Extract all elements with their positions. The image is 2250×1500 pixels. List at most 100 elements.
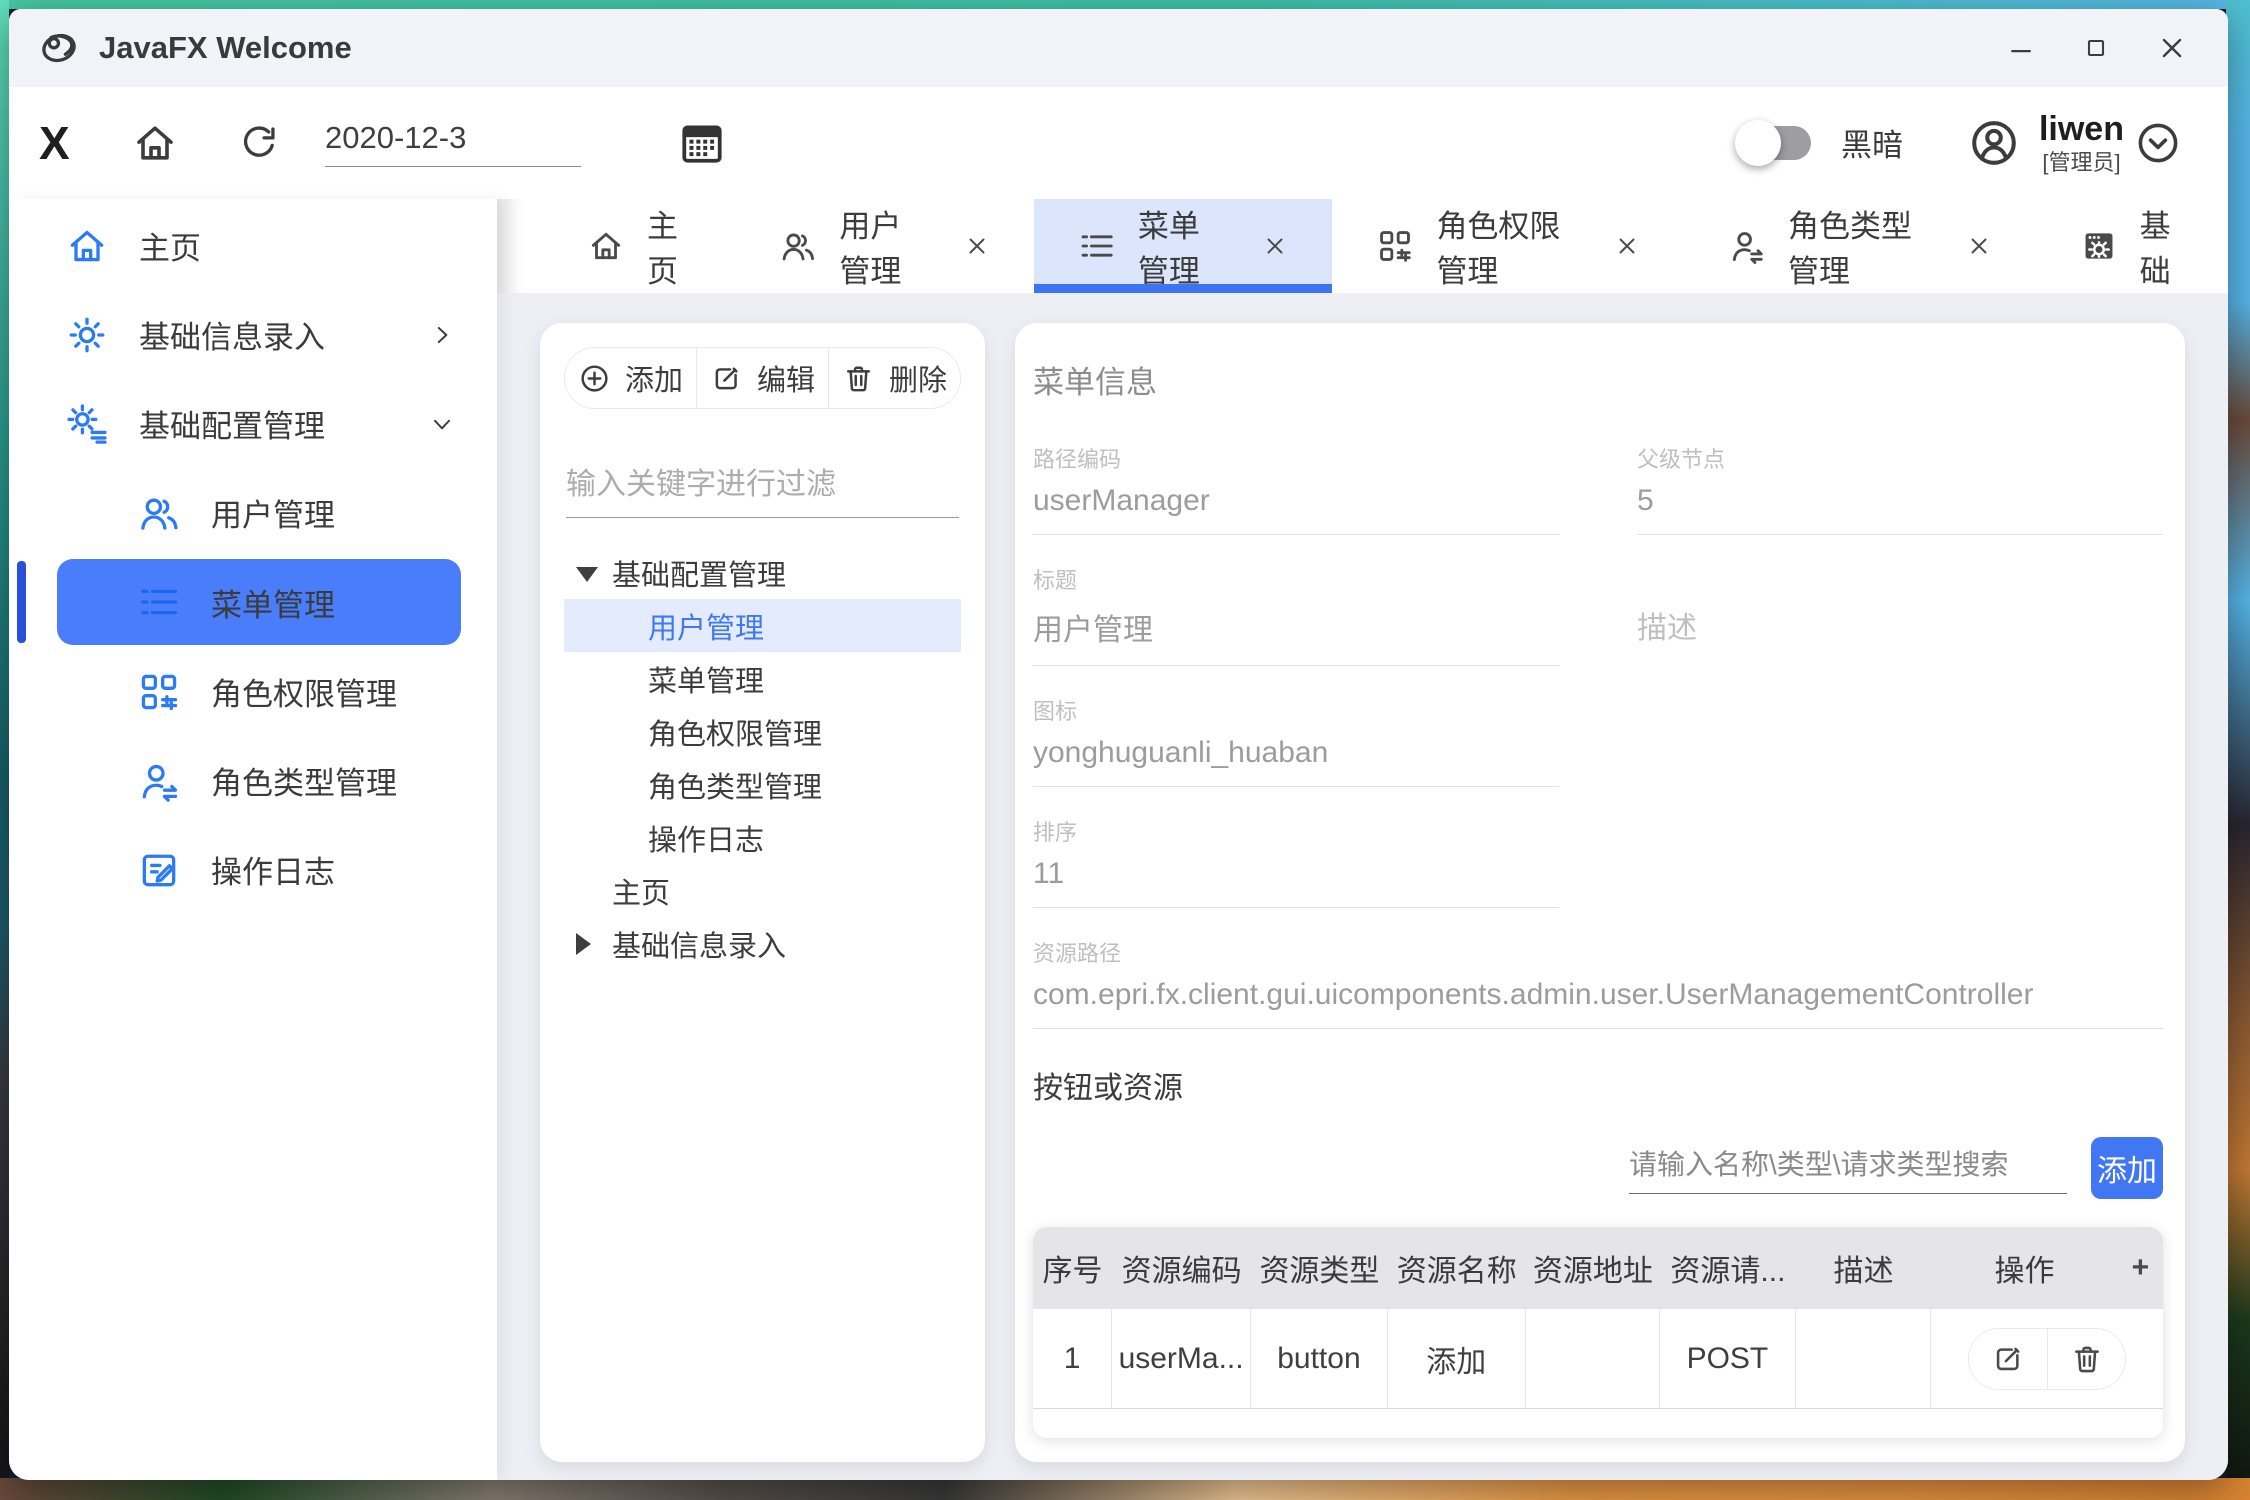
resource-add-button[interactable]: 添加: [2091, 1137, 2163, 1199]
tab-close-icon[interactable]: [1614, 233, 1640, 259]
refresh-icon: [237, 121, 281, 165]
sidebar-item-label: 角色类型管理: [211, 758, 397, 803]
row-edit-button[interactable]: [1969, 1329, 2047, 1389]
sidebar-item-menu-management[interactable]: 菜单管理: [57, 559, 461, 645]
tab-close-icon[interactable]: [1966, 233, 1992, 259]
sidebar-item-label: 角色权限管理: [211, 669, 397, 714]
sidebar-item-basic-config-management[interactable]: 基础配置管理: [9, 379, 497, 468]
chevron-down-icon: [429, 411, 455, 437]
tab-close-icon[interactable]: [1262, 233, 1288, 259]
tab-role-type-management[interactable]: 角色类型管理: [1684, 199, 2036, 293]
tab-home[interactable]: 主页: [543, 199, 735, 293]
title-input[interactable]: 用户管理: [1033, 605, 1559, 666]
desktop-strip-bottom: [0, 1478, 2250, 1500]
field-label: 父级节点: [1637, 442, 2163, 474]
menu-list-icon: [1078, 227, 1116, 265]
table-add-column-icon[interactable]: +: [2118, 1251, 2163, 1285]
sidebar-item-home[interactable]: 主页: [9, 201, 497, 290]
tree-node-basic-config-management[interactable]: 基础配置管理: [564, 546, 961, 599]
resource-path-input[interactable]: com.epri.fx.client.gui.uicomponents.admi…: [1033, 978, 2163, 1029]
toolbar-right: 黑暗 liwen [管理员]: [1745, 111, 2182, 175]
user-menu-button[interactable]: [2134, 119, 2182, 167]
window-controls: [2006, 32, 2188, 64]
table-header-cell: 资源编码: [1112, 1246, 1251, 1290]
sidebar-item-label: 用户管理: [211, 490, 335, 535]
tab-menu-management[interactable]: 菜单管理: [1034, 199, 1333, 293]
edit-icon: [710, 362, 743, 395]
tree-node-operation-log[interactable]: 操作日志: [564, 811, 961, 864]
maximize-icon: [2082, 34, 2110, 62]
tab-role-permission-management[interactable]: 角色权限管理: [1332, 199, 1684, 293]
tree-filter-input[interactable]: 输入关键字进行过滤: [566, 459, 959, 518]
tab-label: 菜单管理: [1138, 201, 1227, 291]
table-cell: 1: [1033, 1309, 1112, 1408]
sidebar-item-user-management[interactable]: 用户管理: [9, 468, 497, 557]
description-input[interactable]: 描述: [1637, 603, 2163, 647]
tree-toolbar: 添加编辑删除: [564, 347, 961, 409]
menu-tree: 基础配置管理用户管理菜单管理角色权限管理角色类型管理操作日志主页基础信息录入: [564, 546, 961, 970]
desktop-strip-top: [0, 0, 2250, 9]
plus-circle-icon: [578, 362, 611, 395]
chevron-right-icon: [429, 322, 455, 348]
dark-mode-toggle[interactable]: [1745, 126, 1811, 160]
user-type-icon: [137, 759, 181, 803]
app-window-icon: [2080, 227, 2118, 265]
table-row[interactable]: 1userMa...button添加POST: [1033, 1309, 2163, 1409]
app-window: JavaFX Welcome X 2020-12-3 黑暗 liwen [管理员…: [9, 9, 2228, 1480]
tree-node-role-type-management[interactable]: 角色类型管理: [564, 758, 961, 811]
sidebar-item-operation-log[interactable]: 操作日志: [9, 825, 497, 914]
tree-node-user-management[interactable]: 用户管理: [564, 599, 961, 652]
menu-info-panel: 菜单信息 路径编码 userManager 标题 用户管理: [1015, 323, 2185, 1462]
minimize-button[interactable]: [2006, 33, 2036, 63]
toolbar: X 2020-12-3 黑暗 liwen [管理员]: [9, 87, 2228, 199]
toggle-knob: [1735, 120, 1781, 166]
row-delete-button[interactable]: [2047, 1329, 2125, 1389]
sidebar-item-role-type-management[interactable]: 角色类型管理: [9, 736, 497, 825]
add-button[interactable]: 添加: [565, 348, 696, 408]
tree-node-label: 基础配置管理: [612, 552, 786, 594]
tab-bar: 主页用户管理 菜单管理 角色权限管理角色类型管理基础: [497, 199, 2228, 293]
content-area: 主页用户管理菜单管理角色权限管理角色类型管理基础 添加编辑删除 输入关键字进行过…: [497, 199, 2228, 1480]
tree-node-label: 角色类型管理: [648, 764, 822, 806]
tree-node-label: 操作日志: [648, 817, 764, 859]
main-area: 主页基础信息录入基础配置管理用户管理菜单管理角色权限管理角色类型管理操作日志 主…: [9, 199, 2228, 1480]
delete-button[interactable]: 删除: [828, 348, 960, 408]
menu-list-icon: [137, 580, 181, 624]
resource-search-input[interactable]: 请输入名称\类型\请求类型搜索: [1629, 1143, 2067, 1194]
tree-expander-icon[interactable]: [576, 933, 591, 955]
parent-node-input[interactable]: 5: [1637, 484, 2163, 535]
grid-icon: [137, 670, 181, 714]
close-button[interactable]: [2156, 32, 2188, 64]
field-label: 排序: [1033, 815, 1559, 847]
calendar-button[interactable]: [677, 118, 727, 168]
edit-button[interactable]: 编辑: [696, 348, 828, 408]
home-icon: [131, 119, 179, 167]
table-cell: [1526, 1309, 1660, 1408]
tree-node-home[interactable]: 主页: [564, 864, 961, 917]
maximize-button[interactable]: [2082, 34, 2110, 62]
tree-node-basic-info-entry[interactable]: 基础信息录入: [564, 917, 961, 970]
table-empty-area: [1033, 1409, 2163, 1438]
tab-user-management[interactable]: 用户管理: [735, 199, 1034, 293]
refresh-button[interactable]: [237, 121, 281, 165]
path-code-input[interactable]: userManager: [1033, 484, 1559, 535]
home-button[interactable]: [131, 119, 179, 167]
tab-label: 主页: [647, 201, 691, 291]
date-input[interactable]: 2020-12-3: [325, 120, 581, 167]
close-icon: [2156, 32, 2188, 64]
tree-node-menu-management[interactable]: 菜单管理: [564, 652, 961, 705]
tree-expander-icon[interactable]: [576, 567, 598, 582]
table-header-cell: 资源请...: [1660, 1246, 1796, 1290]
icon-input[interactable]: yonghuguanli_huaban: [1033, 736, 1559, 787]
users-icon: [137, 491, 181, 535]
sort-input[interactable]: 11: [1033, 857, 1559, 908]
avatar-icon[interactable]: [1967, 116, 2021, 170]
trash-icon: [2070, 1342, 2104, 1376]
x-logo[interactable]: X: [39, 116, 109, 170]
tree-node-role-permission-management[interactable]: 角色权限管理: [564, 705, 961, 758]
sidebar-item-role-permission-management[interactable]: 角色权限管理: [9, 647, 497, 736]
tab-close-icon[interactable]: [964, 233, 990, 259]
tree-node-label: 主页: [612, 870, 670, 912]
tab-basic[interactable]: 基础: [2036, 199, 2228, 293]
sidebar-item-basic-info-entry[interactable]: 基础信息录入: [9, 290, 497, 379]
